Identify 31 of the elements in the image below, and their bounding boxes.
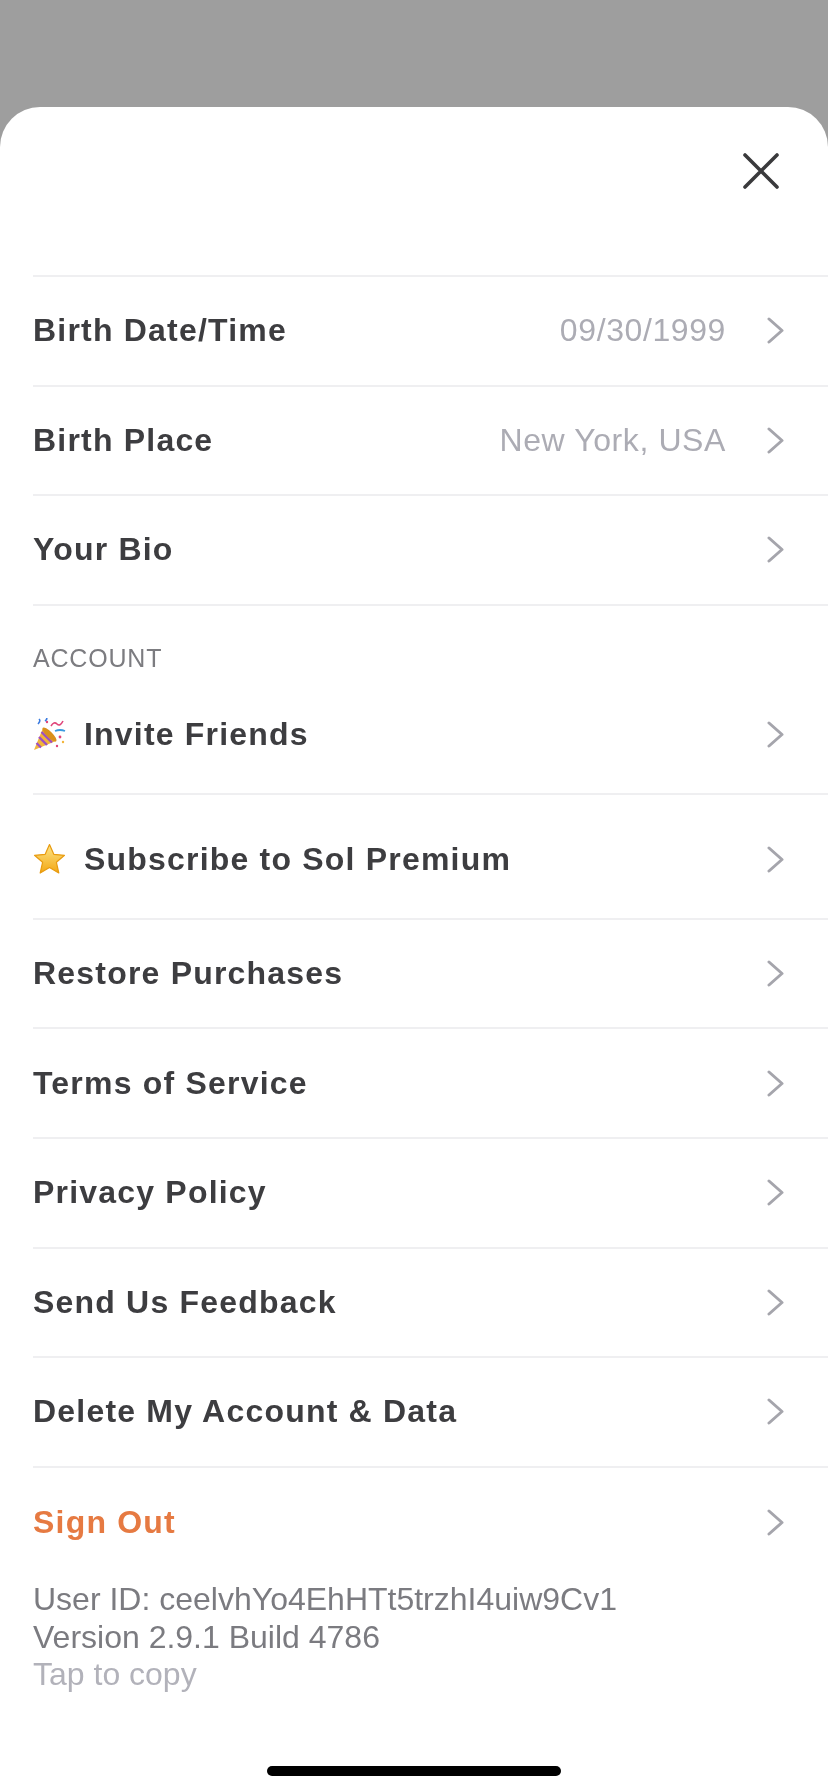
chevron-icon: [767, 1179, 784, 1207]
user-id-text: User ID: ceelvhYo4EhHTt5trzhI4uiw9Cv1: [33, 1581, 618, 1619]
chevron-icon: [767, 317, 784, 345]
chevron-icon: [767, 720, 784, 748]
settings-row[interactable]: Subscribe to Sol Premium: [33, 794, 828, 920]
settings-row[interactable]: Invite Friends: [33, 669, 828, 795]
settings-row[interactable]: Terms of Service: [33, 1029, 828, 1139]
tap-to-copy-hint: Tap to copy: [33, 1656, 198, 1694]
chevron-icon: [767, 1288, 784, 1316]
settings-row[interactable]: Delete My Account & Data: [33, 1358, 828, 1468]
close-button[interactable]: [743, 153, 779, 189]
settings-row[interactable]: Send Us Feedback: [33, 1248, 828, 1359]
row-value: New York, USA: [499, 421, 726, 459]
settings-row[interactable]: Privacy Policy: [33, 1138, 828, 1249]
close-icon: [743, 153, 779, 189]
chevron-icon: [767, 1398, 784, 1426]
star-icon: [33, 842, 66, 876]
version-text: Version 2.9.1 Build 4786: [33, 1618, 381, 1657]
chevron-icon: [767, 845, 784, 873]
settings-row[interactable]: Your Bio: [33, 496, 828, 606]
settings-row[interactable]: Birth Place New York, USA: [33, 386, 828, 497]
chevron-icon: [767, 426, 784, 454]
party-popper-icon: [33, 717, 66, 751]
settings-row[interactable]: Restore Purchases: [33, 919, 828, 1030]
section-header: ACCOUNT: [32, 642, 164, 670]
chevron-icon: [767, 1509, 784, 1537]
settings-row[interactable]: Birth Date/Time 09/30/1999: [33, 277, 828, 387]
chevron-icon: [767, 960, 784, 988]
chevron-icon: [767, 536, 784, 564]
row-value: 09/30/1999: [559, 312, 726, 350]
chevron-icon: [767, 1069, 784, 1097]
